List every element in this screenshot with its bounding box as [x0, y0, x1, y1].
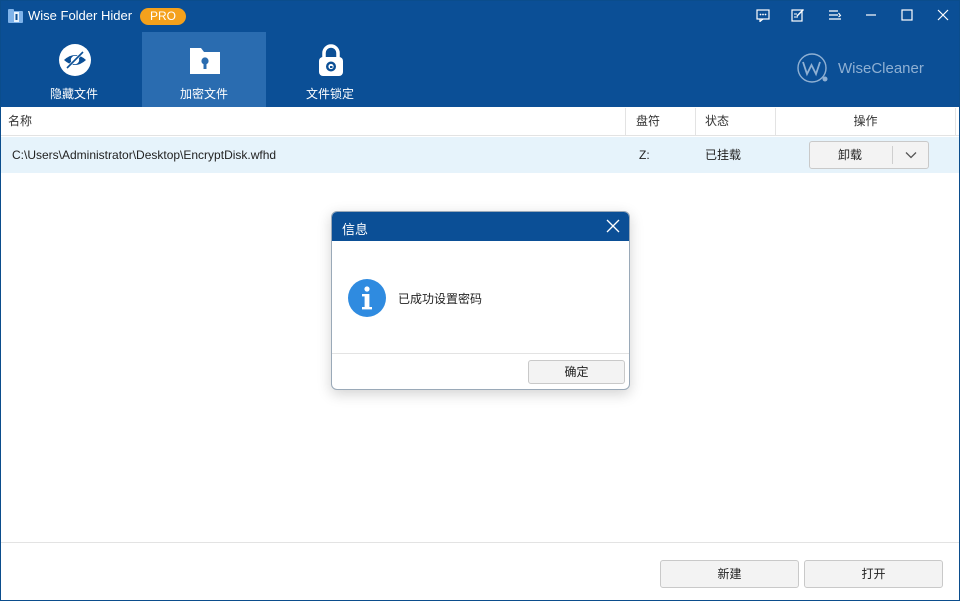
brand-name: WiseCleaner — [838, 60, 924, 77]
dialog-divider — [332, 353, 629, 354]
lock-icon — [319, 44, 343, 76]
drive-letter: Z: — [639, 148, 650, 162]
tab-lock-files[interactable]: 文件锁定 — [268, 32, 392, 107]
hidden-eye-icon — [59, 44, 91, 76]
split-divider — [892, 146, 893, 164]
mount-status: 已挂载 — [705, 148, 742, 162]
file-path: C:\Users\Administrator\Desktop\EncryptDi… — [12, 148, 277, 162]
feedback-button[interactable] — [749, 3, 777, 27]
feedback-icon — [756, 8, 770, 22]
minimize-button[interactable] — [857, 3, 885, 27]
maximize-button[interactable] — [893, 3, 921, 27]
action-dropdown-button[interactable] — [899, 147, 923, 163]
edit-button[interactable] — [784, 3, 812, 27]
dialog-message: 已成功设置密码 — [398, 292, 483, 306]
dialog-title: 信息 — [342, 222, 369, 237]
new-button[interactable]: 新建 — [660, 560, 799, 588]
edit-icon — [791, 9, 804, 22]
app-logo-icon — [8, 9, 23, 23]
minimize-icon — [866, 14, 876, 16]
tab-hide-files[interactable]: 隐藏文件 — [12, 32, 136, 107]
tab-encrypt-files-label: 加密文件 — [179, 87, 228, 101]
close-icon — [937, 9, 949, 21]
ok-button[interactable]: 确定 — [528, 360, 625, 384]
header: Wise Folder Hider PRO 隐藏文件 加密文件 文件锁定 Wis… — [1, 1, 959, 107]
close-button[interactable] — [929, 3, 957, 27]
app-window: Wise Folder Hider PRO 隐藏文件 加密文件 文件锁定 Wis… — [0, 0, 960, 601]
wisecleaner-logo-icon — [797, 53, 828, 83]
tab-hide-files-label: 隐藏文件 — [49, 87, 98, 101]
column-status[interactable]: 状态 — [696, 108, 776, 136]
unmount-split-button: 卸载 — [809, 141, 929, 169]
chevron-down-icon — [905, 152, 917, 159]
title-bar[interactable]: Wise Folder Hider PRO — [1, 1, 959, 31]
dialog-close-icon[interactable] — [604, 217, 622, 235]
footer-bar: 新建 打开 — [1, 542, 959, 600]
menu-icon — [829, 9, 842, 20]
info-dialog: 信息 已成功设置密码 确定 — [331, 211, 630, 390]
open-button[interactable]: 打开 — [804, 560, 943, 588]
column-action[interactable]: 操作 — [776, 108, 956, 136]
app-title: Wise Folder Hider — [28, 8, 133, 23]
info-icon — [348, 279, 386, 317]
unmount-button[interactable]: 卸载 — [810, 142, 890, 168]
table-row[interactable]: C:\Users\Administrator\Desktop\EncryptDi… — [1, 137, 959, 173]
column-drive[interactable]: 盘符 — [626, 108, 696, 136]
pro-badge[interactable]: PRO — [140, 8, 186, 25]
table-header: 名称 盘符 状态 操作 — [1, 108, 959, 136]
encrypt-folder-icon — [190, 48, 220, 74]
tab-lock-files-label: 文件锁定 — [305, 87, 354, 101]
column-name[interactable]: 名称 — [1, 108, 626, 136]
dialog-title-bar[interactable]: 信息 — [332, 212, 629, 241]
maximize-icon — [901, 9, 913, 21]
menu-button[interactable] — [821, 3, 849, 27]
tab-encrypt-files[interactable]: 加密文件 — [142, 32, 266, 107]
